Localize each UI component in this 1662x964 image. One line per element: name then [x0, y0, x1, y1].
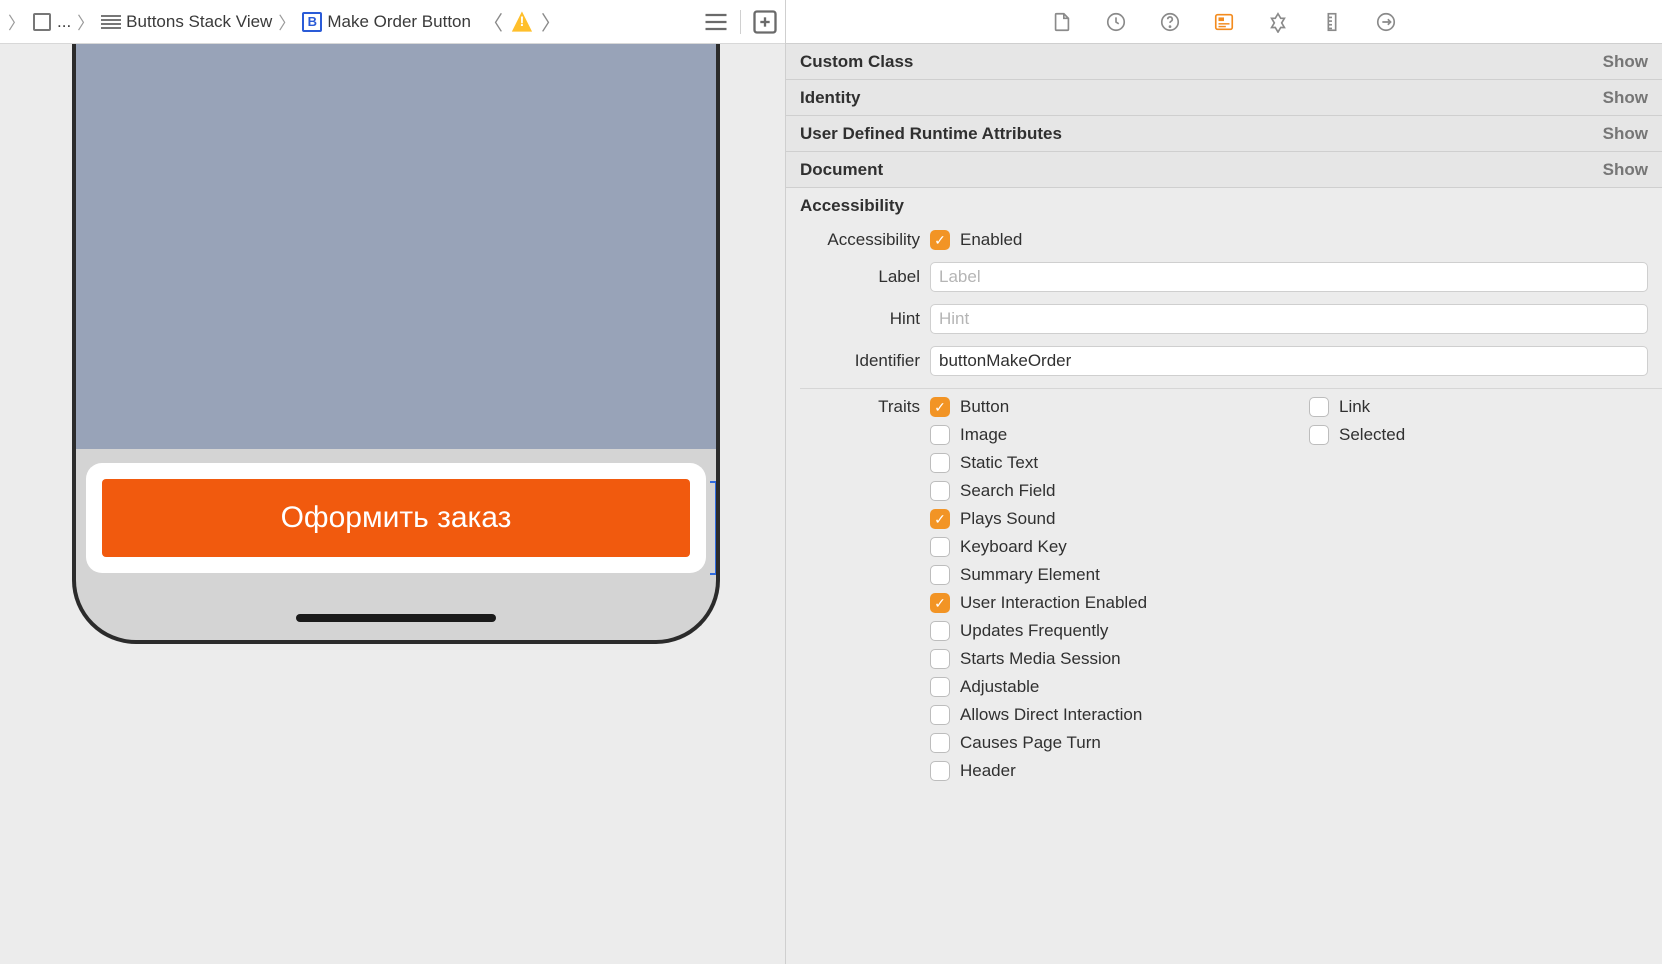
chevron-right-icon: 〉: [75, 9, 96, 34]
section-title: Document: [800, 160, 883, 180]
trait-image: Image: [930, 425, 1269, 445]
section-document[interactable]: Document Show: [786, 152, 1662, 188]
add-editor-button[interactable]: [751, 8, 779, 36]
accessibility-hint-input[interactable]: [930, 304, 1648, 334]
warning-icon[interactable]: [511, 11, 533, 33]
trait-plays-sound: Plays Sound: [930, 509, 1269, 529]
file-inspector-tab[interactable]: [1049, 9, 1075, 35]
breadcrumb-ellipsis[interactable]: ...: [57, 12, 71, 32]
divider: [800, 388, 1662, 389]
accessibility-hint-row: Hint: [786, 298, 1662, 340]
trait-header-checkbox[interactable]: [930, 761, 950, 781]
trait-page-turn-checkbox[interactable]: [930, 733, 950, 753]
size-inspector-tab[interactable]: [1319, 9, 1345, 35]
inspector-body: Custom Class Show Identity Show User Def…: [786, 44, 1662, 787]
trait-direct-checkbox[interactable]: [930, 705, 950, 725]
trait-search-field-checkbox[interactable]: [930, 481, 950, 501]
history-nav: 〈 〉: [479, 7, 565, 36]
trait-keyboard-key: Keyboard Key: [930, 537, 1269, 557]
trait-header: Header: [930, 761, 1269, 781]
jump-bar: 〉 ... 〉 Buttons Stack View 〉 B Make Orde…: [0, 0, 785, 44]
section-title: User Defined Runtime Attributes: [800, 124, 1062, 144]
trait-plays-sound-checkbox[interactable]: [930, 509, 950, 529]
trait-summary-checkbox[interactable]: [930, 565, 950, 585]
section-title: Accessibility: [800, 196, 904, 216]
trait-media: Starts Media Session: [930, 649, 1269, 669]
breadcrumb-stack-view[interactable]: Buttons Stack View: [126, 12, 272, 32]
accessibility-label-row: Label: [786, 256, 1662, 298]
content-view[interactable]: [76, 44, 716, 449]
help-inspector-tab[interactable]: [1157, 9, 1183, 35]
trait-selected-checkbox[interactable]: [1309, 425, 1329, 445]
trait-keyboard-key-checkbox[interactable]: [930, 537, 950, 557]
trait-button-checkbox[interactable]: [930, 397, 950, 417]
inspector-pane: Custom Class Show Identity Show User Def…: [785, 0, 1662, 964]
section-title: Identity: [800, 88, 860, 108]
accessibility-enabled-row: Accessibility Enabled: [786, 224, 1662, 256]
home-indicator: [296, 614, 496, 622]
chevron-right-icon: 〉: [6, 9, 27, 34]
trait-adjustable-checkbox[interactable]: [930, 677, 950, 697]
section-custom-class[interactable]: Custom Class Show: [786, 44, 1662, 80]
trait-updates-checkbox[interactable]: [930, 621, 950, 641]
traits-header-row: Traits Button Link Image Selected Static…: [786, 395, 1662, 787]
selection-outline: Оформить заказ: [88, 465, 704, 571]
field-label: Hint: [800, 309, 920, 329]
field-label: Identifier: [800, 351, 920, 371]
trait-selected: Selected: [1309, 425, 1648, 445]
accessibility-identifier-row: Identifier: [786, 340, 1662, 382]
connections-inspector-tab[interactable]: [1373, 9, 1399, 35]
trait-direct: Allows Direct Interaction: [930, 705, 1269, 725]
toolbar-divider: [740, 10, 741, 34]
make-order-button[interactable]: Оформить заказ: [102, 479, 690, 557]
interface-builder-canvas[interactable]: Оформить заказ: [0, 44, 785, 964]
trait-ui-enabled-checkbox[interactable]: [930, 593, 950, 613]
section-toggle[interactable]: Show: [1603, 160, 1648, 180]
trait-button: Button: [930, 397, 1269, 417]
trait-search-field: Search Field: [930, 481, 1269, 501]
inspector-tabs: [786, 0, 1662, 44]
field-label: Traits: [800, 397, 920, 417]
trait-link-checkbox[interactable]: [1309, 397, 1329, 417]
section-udra[interactable]: User Defined Runtime Attributes Show: [786, 116, 1662, 152]
checkbox-label: Enabled: [960, 230, 1022, 250]
trait-static-text: Static Text: [930, 453, 1269, 473]
section-title: Custom Class: [800, 52, 913, 72]
trait-page-turn: Causes Page Turn: [930, 733, 1269, 753]
device-frame: Оформить заказ: [72, 44, 720, 644]
trait-link: Link: [1309, 397, 1648, 417]
chevron-right-icon: 〉: [276, 9, 297, 34]
section-toggle[interactable]: Show: [1603, 52, 1648, 72]
trait-updates: Updates Frequently: [930, 621, 1269, 641]
bottom-area: Оформить заказ: [76, 449, 716, 640]
trait-image-checkbox[interactable]: [930, 425, 950, 445]
accessibility-enabled-checkbox[interactable]: [930, 230, 950, 250]
trait-media-checkbox[interactable]: [930, 649, 950, 669]
trait-ui-enabled: User Interaction Enabled: [930, 593, 1269, 613]
field-label: Accessibility: [800, 230, 920, 250]
adjust-lines-icon[interactable]: [702, 8, 730, 36]
breadcrumb-selected[interactable]: Make Order Button: [327, 12, 471, 32]
view-icon[interactable]: [31, 11, 53, 33]
history-inspector-tab[interactable]: [1103, 9, 1129, 35]
section-identity[interactable]: Identity Show: [786, 80, 1662, 116]
field-label: Label: [800, 267, 920, 287]
trait-static-text-checkbox[interactable]: [930, 453, 950, 473]
attributes-inspector-tab[interactable]: [1265, 9, 1291, 35]
identity-inspector-tab[interactable]: [1211, 9, 1237, 35]
nav-forward-button[interactable]: 〉: [537, 7, 565, 36]
nav-back-button[interactable]: 〈: [479, 7, 507, 36]
accessibility-label-input[interactable]: [930, 262, 1648, 292]
editor-pane: 〉 ... 〉 Buttons Stack View 〉 B Make Orde…: [0, 0, 785, 964]
constraint-ruler[interactable]: [710, 481, 720, 575]
stack-view-icon[interactable]: [100, 11, 122, 33]
trait-adjustable: Adjustable: [930, 677, 1269, 697]
accessibility-identifier-input[interactable]: [930, 346, 1648, 376]
section-accessibility: Accessibility: [786, 188, 1662, 224]
trait-summary: Summary Element: [930, 565, 1269, 585]
section-toggle[interactable]: Show: [1603, 88, 1648, 108]
button-glyph-icon[interactable]: B: [301, 11, 323, 33]
section-toggle[interactable]: Show: [1603, 124, 1648, 144]
